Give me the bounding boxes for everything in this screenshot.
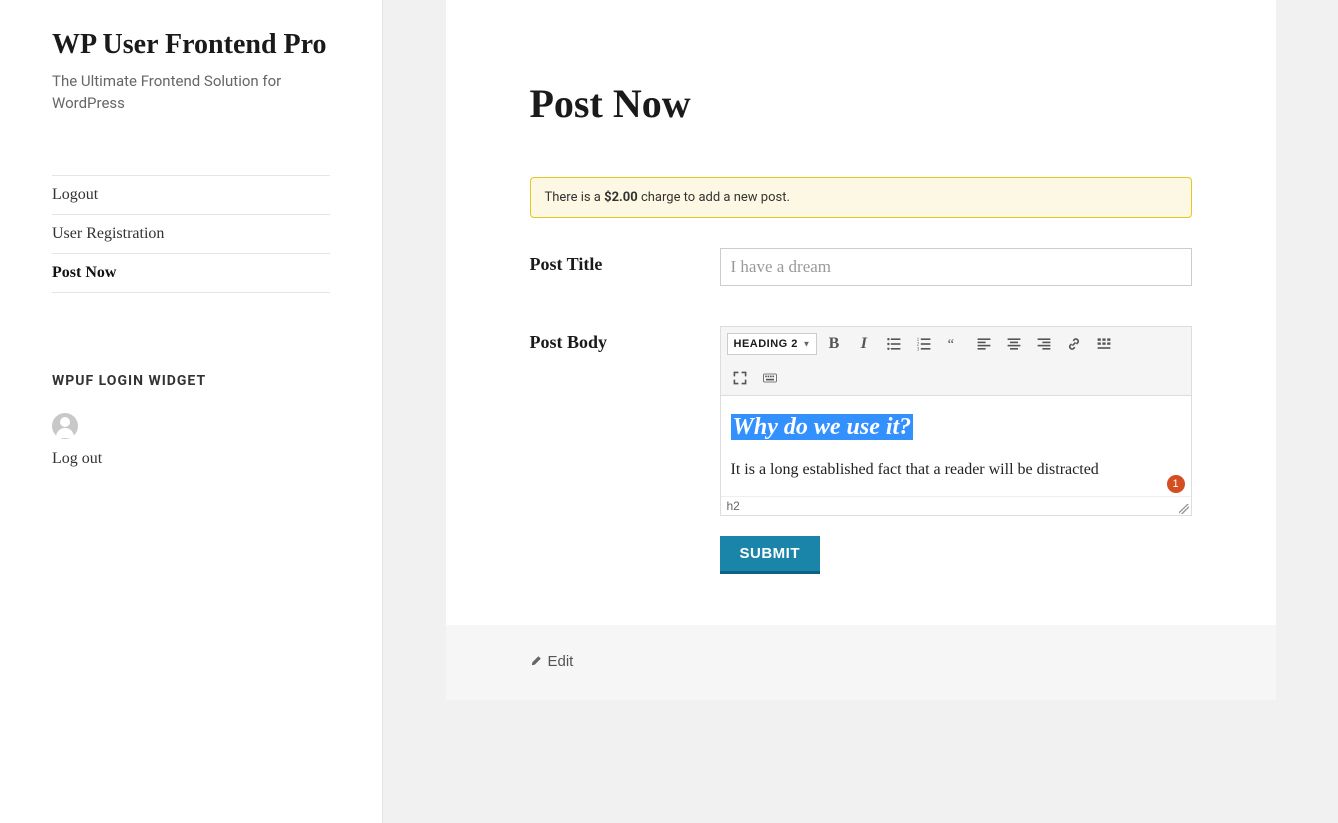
align-left-icon [976, 336, 992, 352]
fullscreen-button[interactable] [727, 365, 753, 391]
link-button[interactable] [1061, 331, 1087, 357]
notice-text-pre: There is a [545, 190, 605, 205]
bullet-list-button[interactable] [881, 331, 907, 357]
keyboard-button[interactable] [757, 365, 783, 391]
site-title: WP User Frontend Pro [52, 28, 330, 62]
editor-toolbar: HEADING 2 B I 123 “ [721, 327, 1191, 396]
editor-element-path[interactable]: h2 [727, 499, 740, 513]
keyboard-icon [762, 370, 778, 386]
nav-item-logout[interactable]: Logout [52, 176, 330, 215]
login-widget-title: WPUF LOGIN WIDGET [52, 373, 330, 389]
fullscreen-icon [732, 370, 748, 386]
bullet-list-icon [886, 336, 902, 352]
logout-link[interactable]: Log out [52, 450, 330, 468]
notification-badge[interactable]: 1 [1167, 475, 1185, 493]
post-title-input[interactable] [720, 248, 1192, 286]
align-left-button[interactable] [971, 331, 997, 357]
payment-notice: There is a $2.00 charge to add a new pos… [530, 177, 1192, 218]
numbered-list-icon: 123 [916, 336, 932, 352]
toolbar-toggle-button[interactable] [1091, 331, 1117, 357]
page-title: Post Now [530, 80, 1192, 127]
align-center-icon [1006, 336, 1022, 352]
pencil-icon [530, 655, 542, 667]
notice-amount: $2.00 [604, 190, 638, 205]
quote-icon: “ [946, 336, 962, 352]
italic-button[interactable]: I [851, 331, 877, 357]
blockquote-button[interactable]: “ [941, 331, 967, 357]
svg-text:“: “ [948, 337, 954, 352]
nav-item-post-now[interactable]: Post Now [52, 254, 330, 293]
editor-status-bar: h2 [721, 496, 1191, 515]
kitchen-sink-icon [1096, 336, 1112, 352]
card-footer: Edit [446, 625, 1276, 701]
editor-paragraph: It is a long established fact that a rea… [731, 461, 1181, 479]
format-dropdown[interactable]: HEADING 2 [727, 333, 817, 355]
editor-content-area[interactable]: Why do we use it? It is a long establish… [721, 396, 1191, 496]
primary-nav: Logout User Registration Post Now [52, 175, 330, 293]
resize-handle[interactable] [1179, 504, 1189, 514]
field-row-body: Post Body HEADING 2 B I 123 [530, 326, 1192, 574]
edit-link-label: Edit [548, 653, 574, 670]
nav-item-user-registration[interactable]: User Registration [52, 215, 330, 254]
avatar-icon [52, 413, 78, 439]
bold-button[interactable]: B [821, 331, 847, 357]
sidebar: WP User Frontend Pro The Ultimate Fronte… [0, 0, 383, 823]
post-title-label: Post Title [530, 248, 720, 286]
align-right-button[interactable] [1031, 331, 1057, 357]
numbered-list-button[interactable]: 123 [911, 331, 937, 357]
main-area: Post Now There is a $2.00 charge to add … [383, 0, 1338, 823]
content-card: Post Now There is a $2.00 charge to add … [446, 0, 1276, 700]
notice-text-post: charge to add a new post. [638, 190, 790, 205]
submit-button[interactable]: SUBMIT [720, 536, 821, 574]
align-center-button[interactable] [1001, 331, 1027, 357]
editor-selected-heading: Why do we use it? [731, 414, 914, 440]
login-widget-body: Log out [52, 413, 330, 468]
post-body-label: Post Body [530, 326, 720, 574]
edit-link[interactable]: Edit [530, 653, 574, 670]
svg-text:3: 3 [917, 347, 920, 352]
link-icon [1066, 336, 1082, 352]
field-row-title: Post Title [530, 248, 1192, 286]
site-tagline: The Ultimate Frontend Solution for WordP… [52, 70, 330, 115]
rich-text-editor: HEADING 2 B I 123 “ [720, 326, 1192, 516]
align-right-icon [1036, 336, 1052, 352]
